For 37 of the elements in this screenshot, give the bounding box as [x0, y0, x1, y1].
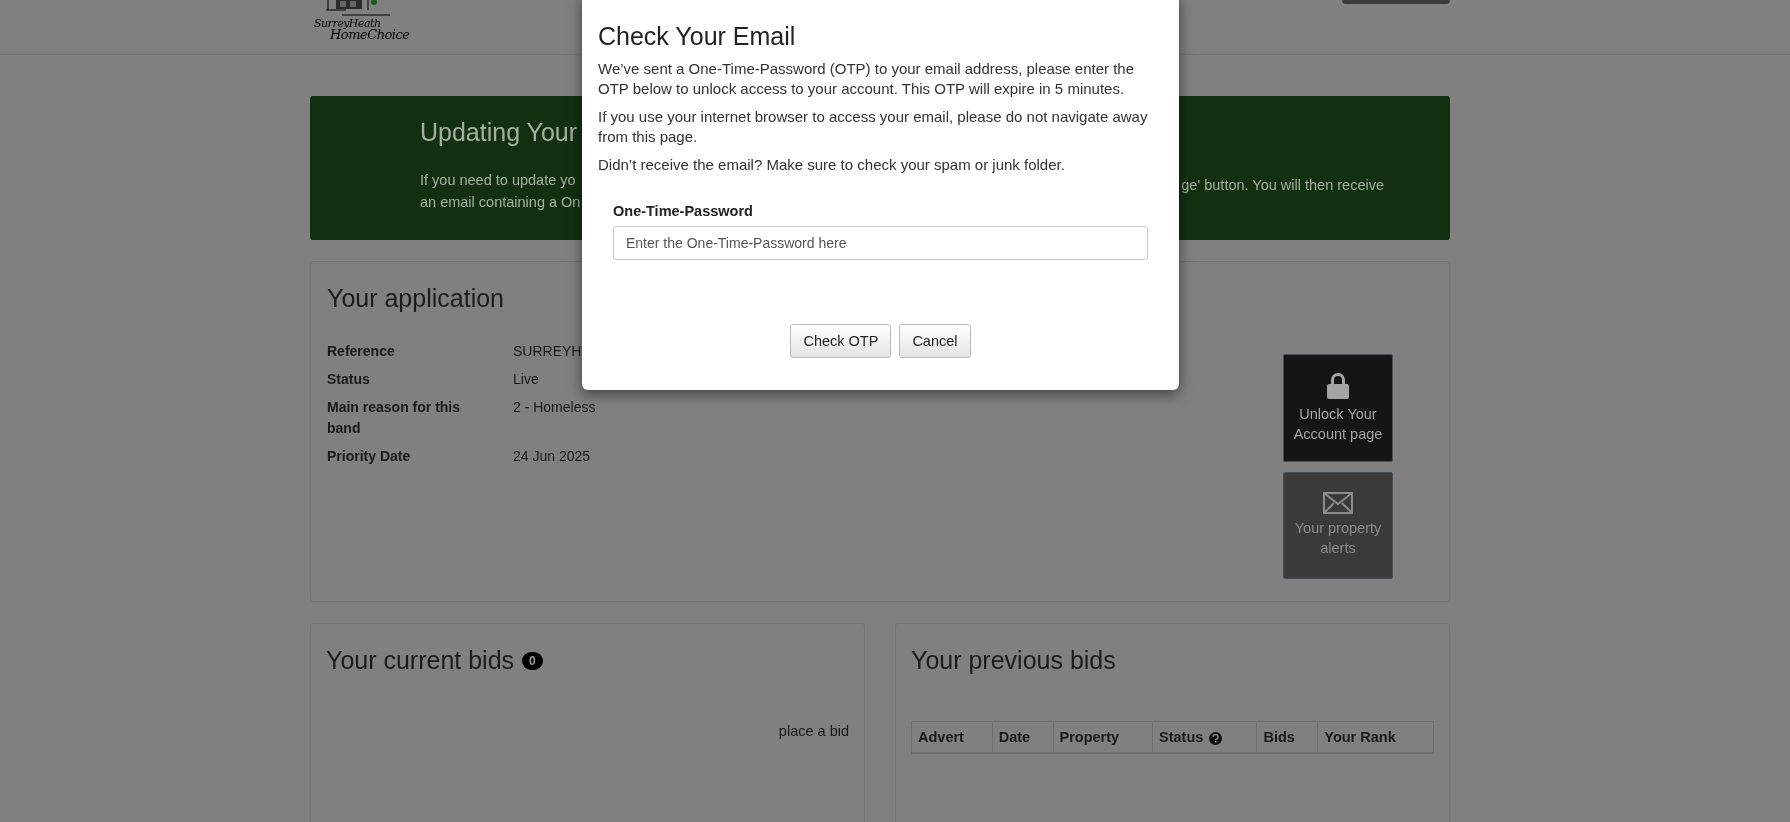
field-value: 24 Jun 2025	[513, 447, 592, 466]
lock-icon	[1326, 371, 1350, 400]
field-label: One-Time-Password	[613, 203, 754, 219]
field-label: Status	[327, 370, 371, 389]
field-label: Main reason for this band	[327, 398, 462, 438]
field-value: SURREYH	[513, 342, 583, 361]
place-bid-link[interactable]: place a bid	[326, 723, 849, 739]
column-header: Your Rank	[1317, 721, 1434, 753]
section-title: Your previous bids	[911, 646, 1117, 675]
section-title: Your current bids	[326, 646, 515, 675]
check-otp-button[interactable]: Check OTP	[790, 324, 892, 358]
logo-text: SurreyHeath	[314, 18, 381, 29]
banner-title: Updating Your	[420, 118, 579, 147]
column-header: Date	[992, 721, 1054, 753]
otp-input[interactable]: Enter the One-Time-Password here	[613, 226, 1148, 260]
column-header: Advert	[911, 721, 993, 753]
field-label: Reference	[327, 342, 396, 361]
dialog-text: If you use your internet browser to access your email, please do not navigate away from this page.	[598, 107, 1149, 147]
section-title: Your application	[327, 284, 505, 313]
field-value: Live	[513, 370, 540, 389]
header-button[interactable]	[1342, 0, 1450, 4]
banner-text: ge' button. You will then receive	[1181, 176, 1384, 195]
banner-text: an email containing a On	[420, 193, 581, 212]
field-label: Priority Date	[327, 447, 412, 466]
field-value: 2 - Homeless	[513, 398, 596, 417]
dialog-text: Didn’t receive the email? Make sure to check your spam or junk folder.	[598, 155, 1066, 175]
column-header: Bids	[1257, 721, 1318, 753]
column-header: Property	[1053, 721, 1153, 753]
unlock-account-button[interactable]: Unlock Your Account page	[1283, 354, 1393, 462]
count-badge: 0	[522, 651, 543, 670]
dialog-text: We’ve sent a One-Time-Password (OTP) to your email address, please enter the OTP below to unlock access to your account. This OTP will expire in 5 minutes.	[598, 59, 1136, 99]
column-header: Status	[1152, 721, 1257, 753]
banner-text: If you need to update yo	[420, 171, 577, 190]
logo-text: HomeChoice	[330, 29, 410, 40]
cancel-button[interactable]: Cancel	[899, 324, 971, 358]
dialog-title: Check Your Email	[598, 22, 797, 51]
envelope-icon	[1323, 492, 1353, 515]
